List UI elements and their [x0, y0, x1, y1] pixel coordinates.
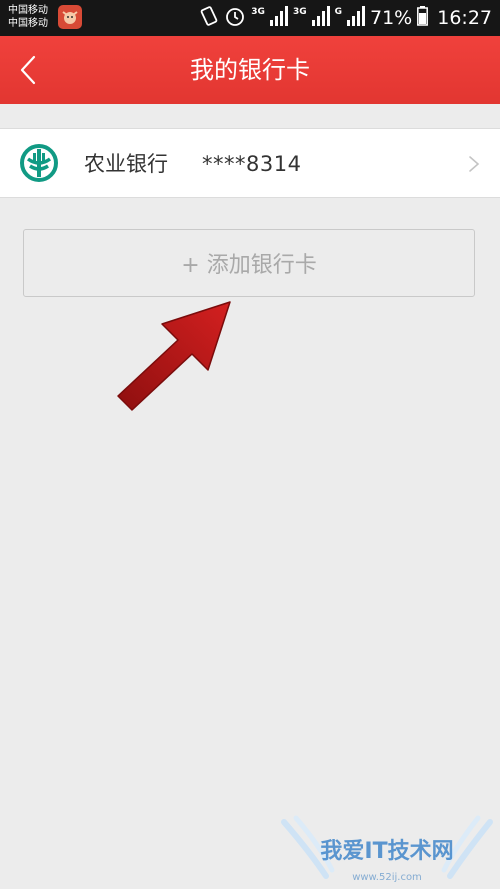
- network-type-1: 3G: [251, 7, 265, 17]
- agricultural-bank-logo-icon: [20, 144, 58, 182]
- network-type-3: G: [334, 7, 342, 17]
- app-notification-icon: [58, 5, 82, 29]
- signal-icon: [269, 6, 288, 30]
- watermark-title: 我爱IT技术网: [320, 839, 453, 864]
- bank-card-item[interactable]: 农业银行 ****8314: [0, 128, 500, 198]
- watermark-url: www.52ij.com: [352, 872, 422, 883]
- status-bar: 中国移动 中国移动 3G 3G G 71% 16:27: [0, 0, 500, 36]
- annotation-arrow-icon: [117, 301, 231, 411]
- watermark-logo: 我爱IT技术网 www.52ij.com: [281, 815, 493, 883]
- battery-percent: 71%: [370, 7, 413, 29]
- add-bank-card-button[interactable]: + 添加银行卡: [23, 229, 475, 297]
- card-number: ****8314: [202, 152, 302, 176]
- network-type-2: 3G: [292, 7, 307, 17]
- carrier-line-1: 中国移动: [8, 5, 48, 16]
- app-header: 我的银行卡: [0, 36, 500, 104]
- carrier-info: 中国移动 中国移动: [8, 4, 48, 30]
- carrier-line-2: 中国移动: [8, 18, 48, 29]
- alarm-icon: [224, 5, 246, 31]
- signal-icon: [311, 6, 330, 30]
- page-title: 我的银行卡: [190, 56, 310, 84]
- signal-icon: [347, 6, 365, 30]
- status-indicators: 3G 3G G 71% 16:27: [199, 0, 492, 36]
- chevron-right-icon: [469, 156, 480, 172]
- vibrate-icon: [199, 5, 219, 31]
- battery-icon: [417, 6, 429, 30]
- bank-name: 农业银行: [84, 152, 168, 176]
- clock: 16:27: [437, 7, 492, 29]
